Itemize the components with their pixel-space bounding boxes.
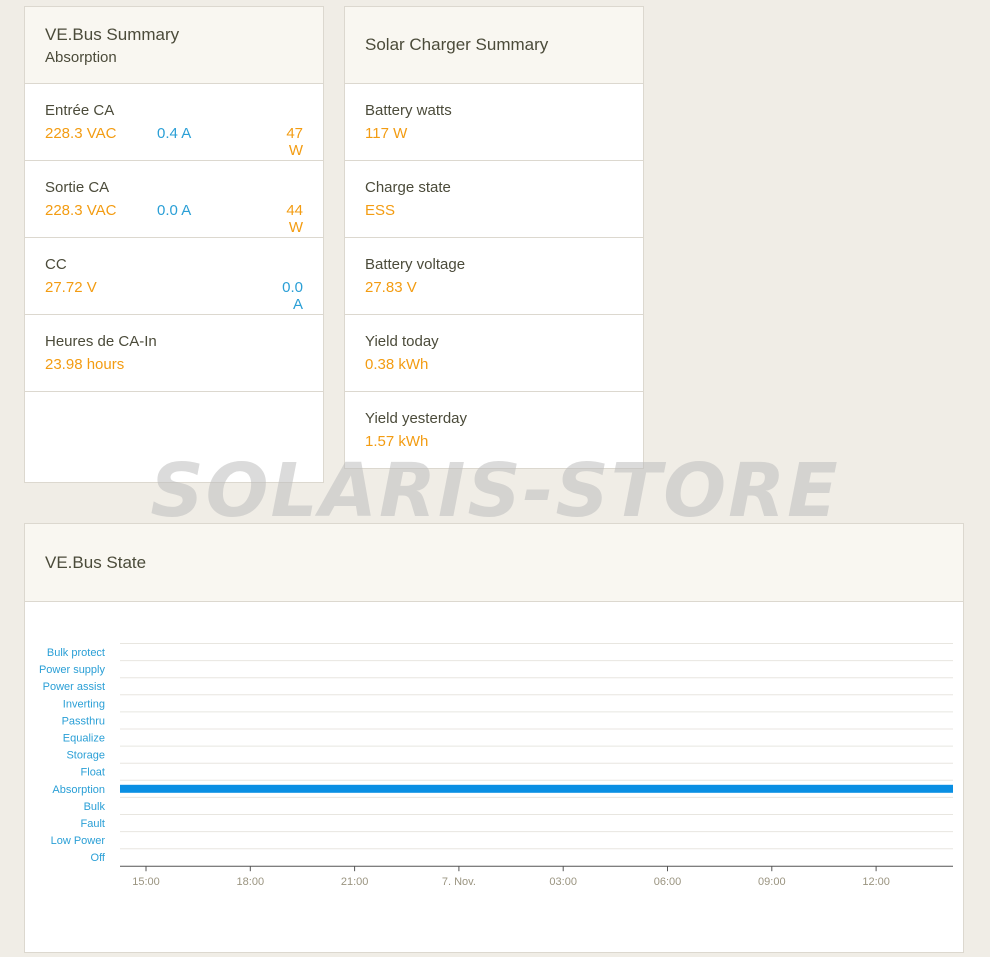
- x-tick-label: 06:00: [654, 876, 682, 888]
- yield-today-row: Yield today 0.38 kWh: [345, 315, 643, 392]
- state-label-float: Float: [81, 767, 105, 779]
- state-label-power-assist: Power assist: [43, 681, 105, 693]
- battery-watts-value: 117 W: [365, 125, 408, 142]
- yield-yesterday-row: Yield yesterday 1.57 kWh: [345, 392, 643, 469]
- state-label-low-power: Low Power: [51, 835, 106, 847]
- vebus-state-text: Absorption: [45, 48, 117, 66]
- x-tick-label: 12:00: [862, 876, 890, 888]
- ac-output-current: 0.0 A: [157, 202, 192, 219]
- yield-today-label: Yield today: [365, 333, 439, 350]
- yield-yesterday-label: Yield yesterday: [365, 410, 467, 427]
- vebus-state-panel: VE.Bus State Bulk protect Power supply Pow…: [24, 523, 964, 953]
- x-tick-label: 18:00: [237, 876, 265, 888]
- ac-input-power: 47 W: [286, 125, 303, 159]
- state-label-bulk-protect: Bulk protect: [47, 647, 105, 659]
- ac-input-current: 0.4 A: [157, 125, 192, 142]
- state-label-equalize: Equalize: [63, 733, 105, 745]
- state-label-storage: Storage: [66, 750, 105, 762]
- solar-summary-panel: Solar Charger Summary Battery watts 117 …: [344, 6, 644, 469]
- vebus-summary-header: VE.Bus Summary Absorption: [25, 7, 323, 84]
- battery-watts-label: Battery watts: [365, 102, 452, 119]
- battery-watts-row: Battery watts 117 W: [345, 84, 643, 161]
- dc-current: 0.0 A: [282, 279, 303, 313]
- charge-state-row: Charge state ESS: [345, 161, 643, 238]
- state-label-fault: Fault: [81, 818, 105, 830]
- state-label-absorption: Absorption: [52, 784, 105, 796]
- dc-label: CC: [45, 256, 67, 273]
- vebus-summary-panel: VE.Bus Summary Absorption Entrée CA 228.…: [24, 6, 324, 483]
- state-label-off: Off: [91, 852, 106, 864]
- state-series-bar: [120, 784, 953, 793]
- charge-state-value: ESS: [365, 202, 396, 219]
- state-label-power-supply: Power supply: [39, 664, 106, 676]
- charge-state-label: Charge state: [365, 179, 451, 196]
- ac-output-voltage: 228.3 VAC: [45, 202, 117, 219]
- ac-in-hours-label: Heures de CA-In: [45, 333, 157, 350]
- state-label-bulk: Bulk: [84, 801, 106, 813]
- ac-in-hours-value: 23.98 hours: [45, 356, 125, 373]
- ac-input-voltage: 228.3 VAC: [45, 125, 117, 142]
- state-label-passthru: Passthru: [62, 715, 105, 727]
- battery-voltage-row: Battery voltage 27.83 V: [345, 238, 643, 315]
- solar-summary-header: Solar Charger Summary: [345, 7, 643, 84]
- vebus-state-title: VE.Bus State: [45, 552, 147, 572]
- yield-yesterday-value: 1.57 kWh: [365, 433, 429, 450]
- dc-voltage: 27.72 V: [45, 279, 97, 296]
- x-tick-label: 09:00: [758, 876, 786, 888]
- x-tick-label: 15:00: [132, 876, 160, 888]
- x-tick-label: 03:00: [549, 876, 577, 888]
- ac-input-label: Entrée CA: [45, 102, 115, 119]
- dc-row: CC 27.72 V 0.0 A: [25, 238, 323, 315]
- x-tick-label: 21:00: [341, 876, 369, 888]
- battery-voltage-label: Battery voltage: [365, 256, 466, 273]
- vebus-summary-title: VE.Bus Summary: [45, 24, 180, 44]
- ac-output-row: Sortie CA 228.3 VAC 0.0 A 44 W: [25, 161, 323, 238]
- ac-output-label: Sortie CA: [45, 179, 110, 196]
- ac-in-hours-row: Heures de CA-In 23.98 hours: [25, 315, 323, 392]
- yield-today-value: 0.38 kWh: [365, 356, 429, 373]
- state-chart-svg: Bulk protect Power supply Power assist Inve…: [39, 643, 953, 888]
- solar-summary-title: Solar Charger Summary: [365, 35, 549, 54]
- vebus-state-chart: Bulk protect Power supply Power assist Inve…: [25, 602, 965, 952]
- vebus-state-header: VE.Bus State: [25, 524, 963, 602]
- x-tick-label: 7. Nov.: [442, 876, 476, 888]
- ac-output-power: 44 W: [286, 202, 303, 236]
- state-label-inverting: Inverting: [63, 698, 105, 710]
- ac-input-row: Entrée CA 228.3 VAC 0.4 A 47 W: [25, 84, 323, 161]
- battery-voltage-value: 27.83 V: [365, 279, 417, 296]
- dc-empty: [157, 279, 269, 313]
